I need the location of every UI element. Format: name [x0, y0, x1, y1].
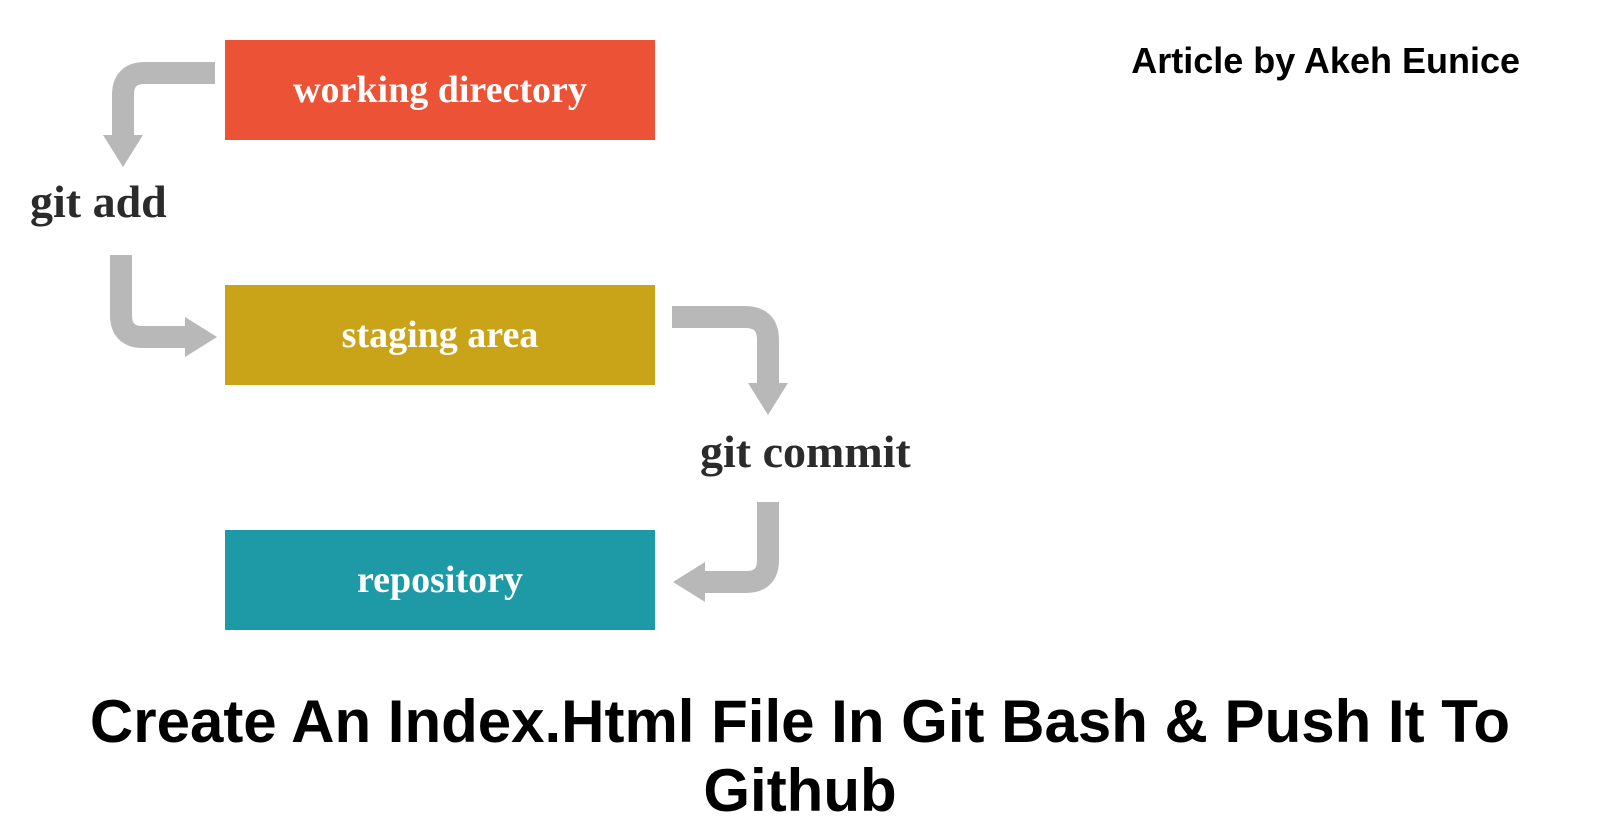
arrow-working-to-add-icon [95, 55, 225, 175]
byline: Article by Akeh Eunice [1131, 40, 1520, 82]
box-working-directory: working directory [225, 40, 655, 140]
article-title: Create An Index.Html File In Git Bash & … [0, 687, 1600, 825]
arrow-commit-to-repository-icon [660, 490, 800, 620]
box-staging-area: staging area [225, 285, 655, 385]
box-repository-label: repository [357, 558, 523, 602]
label-git-add: git add [30, 175, 167, 228]
arrow-staging-to-commit-icon [660, 295, 800, 425]
arrow-add-to-staging-icon [95, 245, 225, 365]
box-repository: repository [225, 530, 655, 630]
box-working-label: working directory [293, 68, 587, 112]
box-staging-label: staging area [342, 313, 539, 357]
label-git-commit: git commit [700, 425, 911, 478]
